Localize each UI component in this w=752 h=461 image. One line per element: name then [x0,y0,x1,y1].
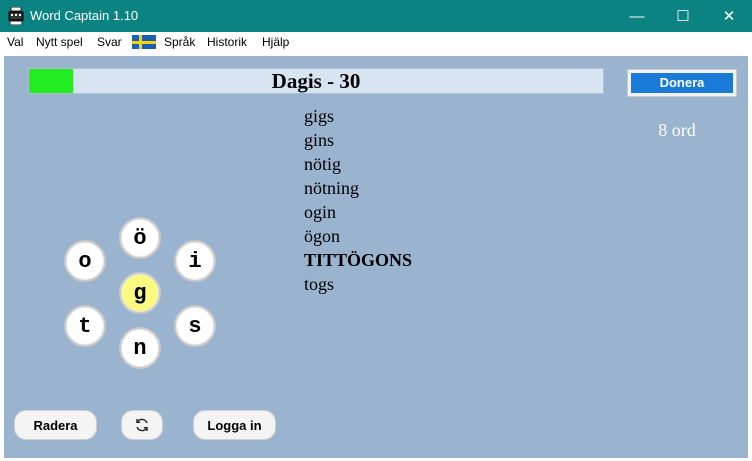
found-word: ögon [304,226,340,246]
window-title: Word Captain 1.10 [30,8,139,23]
letter-lower-right[interactable]: s [174,305,216,347]
menu-historik[interactable]: Historik [207,35,247,49]
found-word: gigs [304,106,335,126]
close-button[interactable]: ✕ [706,0,752,32]
letter-bottom[interactable]: n [119,327,161,369]
menu-bar: Val Nytt spel Svar Språk Historik Hjälp [0,32,752,52]
menu-nytt-spel[interactable]: Nytt spel [36,35,83,49]
close-icon: ✕ [722,8,736,25]
word-count: 8 ord [658,120,696,140]
refresh-icon [136,418,148,432]
found-words-list: gigs gins nötig nötning ogin ögon TITTÖGONS tog… [304,104,412,296]
shuffle-button[interactable] [121,410,163,440]
found-word: gins [304,130,335,150]
delete-label: Radera [33,417,78,433]
menu-hjalp[interactable]: Hjälp [262,35,289,49]
letter-top[interactable]: ö [119,217,161,259]
delete-button[interactable]: Radera [14,410,97,440]
found-word: nötning [304,178,360,198]
login-label: Logga in [207,417,262,433]
puzzle-title: Dagis - 30 [271,69,361,93]
minimize-icon: — [629,7,645,25]
found-word: togs [304,274,335,294]
found-word: ogin [304,202,337,222]
letter-upper-left[interactable]: o [64,240,106,282]
donate-label: Donera [631,73,733,93]
letter-upper-right[interactable]: i [174,240,216,282]
swedish-flag-icon[interactable] [132,35,156,49]
letter-center[interactable]: g [119,272,161,314]
menu-val[interactable]: Val [7,35,23,49]
menu-svar[interactable]: Svar [97,35,122,49]
letter-lower-left[interactable]: t [64,305,106,347]
found-word: TITTÖGONS [304,250,413,270]
title-bar: Word Captain 1.10 — ☐ ✕ [0,0,752,32]
minimize-button[interactable]: — [614,0,660,32]
login-button[interactable]: Logga in [193,410,276,440]
maximize-icon: ☐ [676,8,690,25]
donate-button[interactable]: Donera [627,69,737,97]
menu-sprak[interactable]: Språk [164,35,195,49]
maximize-button[interactable]: ☐ [660,0,706,32]
found-word: nötig [304,154,342,174]
app-icon [8,6,24,26]
